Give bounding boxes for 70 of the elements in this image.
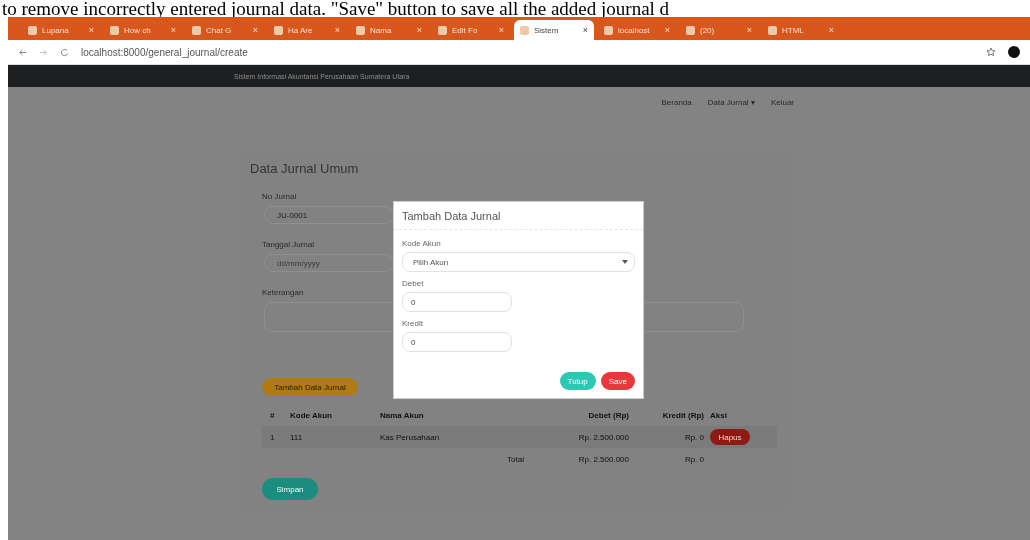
browser-tab[interactable]: Ha Are × bbox=[268, 20, 346, 40]
column-header: Nama Akun bbox=[380, 410, 425, 420]
table-cell-text: Kas Perusahaan bbox=[380, 432, 441, 442]
back-icon[interactable] bbox=[18, 47, 27, 57]
add-journal-button[interactable]: Tambah Data Jurnal bbox=[262, 378, 358, 396]
close-icon[interactable]: × bbox=[664, 25, 670, 35]
input-field[interactable]: 0 bbox=[402, 292, 512, 312]
field-label: Tanggal Jurnal bbox=[262, 240, 315, 249]
modal-title: Tambah Data Jurnal bbox=[402, 210, 501, 222]
column-header: Kredit (Rp) bbox=[661, 410, 705, 420]
document-text: to remove incorrectly entered journal data. "Save" button to save all the added journal d bbox=[1, 0, 671, 17]
field-label: Keterangan bbox=[262, 288, 304, 297]
close-icon[interactable]: × bbox=[582, 25, 588, 35]
favicon-icon bbox=[274, 25, 283, 35]
table-cell-text: 1 bbox=[270, 432, 276, 442]
table-cell-text: Rp. 2.500.000 bbox=[577, 432, 630, 442]
browser-tab[interactable]: Edit Fo × bbox=[432, 20, 510, 40]
close-icon[interactable]: × bbox=[334, 25, 340, 35]
browser-tab[interactable]: localhost × bbox=[598, 20, 676, 40]
total-label: Total bbox=[506, 454, 525, 464]
input-field[interactable]: 0 bbox=[402, 332, 512, 352]
column-header: Aksi bbox=[710, 410, 728, 420]
close-button[interactable]: Tutup bbox=[559, 372, 596, 390]
caret-icon bbox=[622, 260, 628, 264]
close-icon[interactable]: × bbox=[88, 25, 94, 35]
profile-icon[interactable] bbox=[1008, 46, 1020, 58]
table-cell-text: Rp. 0 bbox=[683, 432, 705, 442]
favicon-icon bbox=[110, 25, 119, 35]
save-button[interactable]: Simpan bbox=[262, 478, 318, 500]
close-icon[interactable]: × bbox=[828, 25, 834, 35]
browser-tab[interactable]: Lupana × bbox=[22, 20, 100, 40]
field-label: Debet bbox=[402, 279, 424, 288]
column-header: Debet (Rp) bbox=[587, 410, 630, 420]
column-header: Kode Akun bbox=[290, 410, 333, 420]
save-button[interactable]: Save bbox=[600, 372, 635, 390]
nav-link[interactable]: Beranda bbox=[661, 98, 692, 107]
browser-tab[interactable]: HTML × bbox=[762, 20, 840, 40]
account-select[interactable]: Pilih Akun bbox=[402, 252, 635, 272]
favicon-icon bbox=[438, 25, 447, 35]
browser-tab[interactable]: Chat G × bbox=[186, 20, 264, 40]
close-icon[interactable]: × bbox=[252, 25, 258, 35]
table-cell-text: Rp. 2.500.000 bbox=[577, 454, 630, 464]
browser-tab[interactable]: How ch × bbox=[104, 20, 182, 40]
favicon-icon bbox=[686, 25, 695, 35]
favicon-icon bbox=[28, 25, 37, 35]
field-label: No Jurnal bbox=[262, 192, 297, 201]
close-icon[interactable]: × bbox=[416, 25, 422, 35]
favicon-icon bbox=[192, 25, 201, 35]
table-cell-text: Rp. 0 bbox=[683, 454, 705, 464]
table-cell-text: 111 bbox=[290, 432, 304, 442]
form-title: Data Jurnal Umum bbox=[250, 161, 360, 176]
close-icon[interactable]: × bbox=[170, 25, 176, 35]
column-header: # bbox=[270, 410, 276, 420]
favicon-icon bbox=[520, 25, 529, 35]
favicon-icon bbox=[604, 25, 613, 35]
star-icon[interactable] bbox=[986, 47, 996, 57]
browser-tab[interactable]: Nama × bbox=[350, 20, 428, 40]
close-icon[interactable]: × bbox=[498, 25, 504, 35]
close-icon[interactable]: × bbox=[746, 25, 752, 35]
field-label: Kode Akun bbox=[402, 239, 441, 248]
reload-icon[interactable] bbox=[60, 47, 69, 57]
browser-tab[interactable]: Sistem × bbox=[514, 20, 594, 40]
delete-button[interactable]: Hapus bbox=[710, 429, 750, 445]
address-field[interactable]: localhost:8000/general_journal/create bbox=[81, 46, 974, 58]
nav-link[interactable]: Keluar bbox=[770, 98, 794, 107]
nav-link[interactable]: Data Jurnal ▾ bbox=[707, 98, 755, 107]
field-label: Kredit bbox=[402, 319, 423, 328]
browser-tab[interactable]: (20) × bbox=[680, 20, 758, 40]
favicon-icon bbox=[768, 25, 777, 35]
favicon-icon bbox=[356, 25, 365, 35]
